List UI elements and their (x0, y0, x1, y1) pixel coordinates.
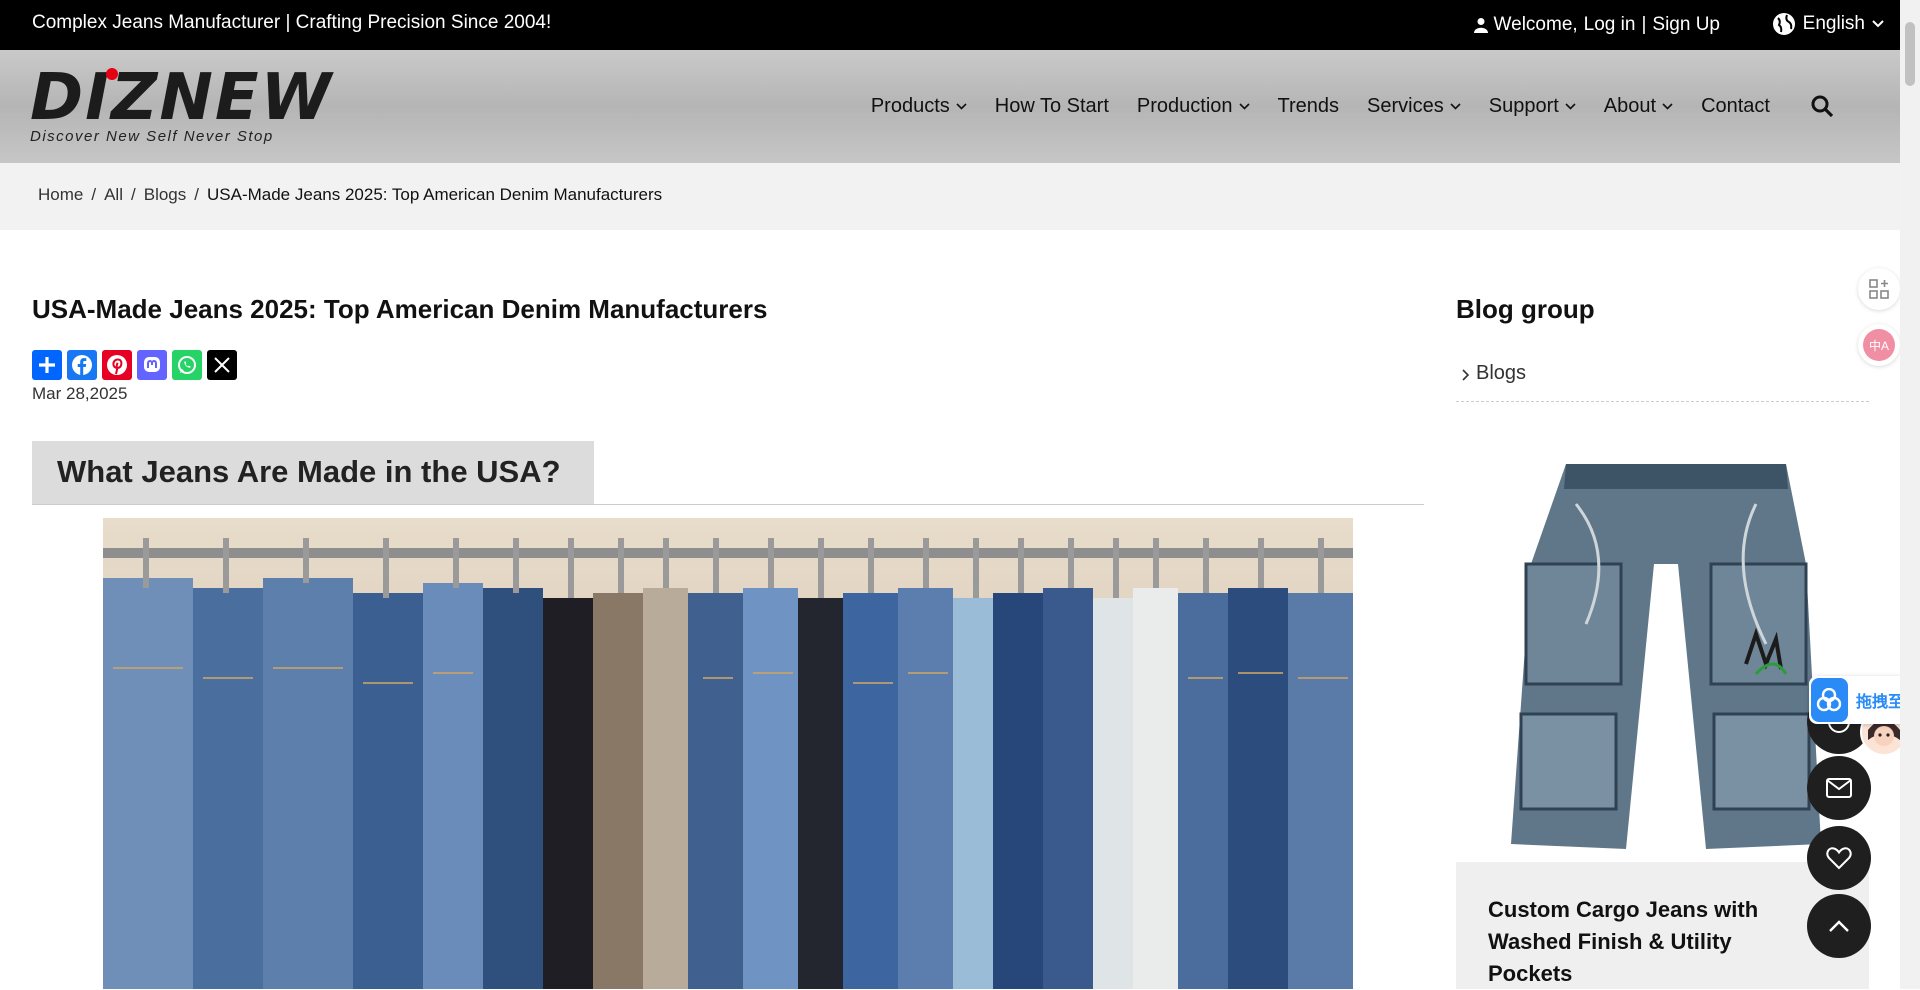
cargo-jeans-illustration (1511, 464, 1821, 849)
welcome-text: Welcome, (1493, 14, 1578, 35)
user-menu: Welcome, Log in | Sign Up (1473, 14, 1720, 36)
jeans-rack-illustration (103, 518, 1353, 989)
article-title: USA-Made Jeans 2025: Top American Denim … (32, 294, 768, 324)
facebook-icon[interactable] (67, 350, 97, 380)
login-link[interactable]: Log in (1584, 14, 1636, 36)
top-bar: Complex Jeans Manufacturer | Crafting Pr… (0, 0, 1900, 50)
breadcrumb-separator: / (131, 185, 136, 204)
search-icon (1811, 95, 1834, 118)
breadcrumb-home[interactable]: Home (38, 185, 83, 205)
globe-icon (1772, 13, 1795, 35)
nav-item-production[interactable]: Production (1123, 94, 1264, 118)
drag-widget-icon (1811, 678, 1848, 722)
chevron-down-icon (956, 102, 967, 110)
sidebar-item-blogs[interactable]: Blogs (1456, 362, 1869, 402)
heart-icon (1826, 847, 1852, 870)
tagline: Complex Jeans Manufacturer | Crafting Pr… (32, 12, 552, 33)
user-icon (1473, 18, 1488, 33)
back-to-top-button[interactable] (1807, 894, 1871, 958)
sidebar-title: Blog group (1456, 294, 1595, 324)
nav-item-services[interactable]: Services (1353, 94, 1475, 118)
nav-item-contact[interactable]: Contact (1687, 94, 1784, 118)
breadcrumb: Home / All / Blogs / USA-Made Jeans 2025… (0, 163, 1900, 230)
translate-button[interactable]: 中A (1858, 324, 1900, 366)
mastodon-icon[interactable] (137, 350, 167, 380)
chevron-right-icon (1462, 369, 1470, 381)
breadcrumb-blogs[interactable]: Blogs (144, 185, 187, 205)
scrollbar-thumb[interactable] (1905, 22, 1915, 86)
grid-plus-icon (1869, 279, 1889, 299)
logo[interactable]: DIZNEW Discover New Self Never Stop (30, 66, 333, 145)
breadcrumb-separator: / (194, 185, 199, 204)
mail-icon (1826, 778, 1852, 798)
nav-item-trends[interactable]: Trends (1264, 94, 1354, 118)
whatsapp-icon[interactable] (172, 350, 202, 380)
x-icon[interactable] (207, 350, 237, 380)
search-button[interactable] (1796, 94, 1848, 118)
breadcrumb-separator: / (91, 185, 97, 204)
language-label: English (1802, 13, 1865, 34)
article-date: Mar 28,2025 (32, 384, 128, 403)
pinterest-icon[interactable] (102, 350, 132, 380)
translate-icon: 中A (1863, 329, 1895, 361)
apps-button[interactable] (1858, 268, 1900, 310)
section-heading: What Jeans Are Made in the USA? (57, 454, 561, 489)
share-plus-icon[interactable] (32, 350, 62, 380)
logo-wordmark: DIZNEW (30, 61, 334, 135)
signup-link[interactable]: Sign Up (1652, 14, 1720, 36)
heading-divider (32, 504, 1424, 505)
language-selector[interactable]: English (1772, 12, 1884, 36)
product-name: Custom Cargo Jeans with Washed Finish & … (1488, 897, 1759, 986)
nav-item-how-to-start[interactable]: How To Start (981, 94, 1123, 118)
chevron-down-icon (1565, 102, 1576, 110)
chevron-down-icon (1872, 20, 1884, 28)
article-hero-image (103, 518, 1353, 989)
nav-item-support[interactable]: Support (1475, 94, 1590, 118)
divider: | (1641, 14, 1647, 35)
page-scrollbar[interactable] (1900, 0, 1920, 989)
chevron-up-icon (1829, 920, 1849, 932)
chevron-down-icon (1662, 102, 1673, 110)
chevron-down-icon (1238, 102, 1250, 110)
breadcrumb-current: USA-Made Jeans 2025: Top American Denim … (207, 185, 663, 204)
sidebar-item-label: Blogs (1476, 362, 1527, 384)
nav-item-products[interactable]: Products (857, 94, 981, 118)
share-bar (32, 350, 237, 380)
logo-dot (106, 68, 118, 80)
site-header: DIZNEW Discover New Self Never Stop Prod… (0, 50, 1900, 163)
chevron-down-icon (1450, 102, 1461, 110)
breadcrumb-all[interactable]: All (104, 185, 123, 205)
main-nav: Products How To Start Production Trends … (857, 94, 1848, 118)
nav-item-about[interactable]: About (1590, 94, 1687, 118)
email-button[interactable] (1807, 756, 1871, 820)
favorite-button[interactable] (1807, 826, 1871, 890)
section-heading-box: What Jeans Are Made in the USA? (32, 441, 594, 505)
product-image[interactable] (1456, 444, 1869, 862)
